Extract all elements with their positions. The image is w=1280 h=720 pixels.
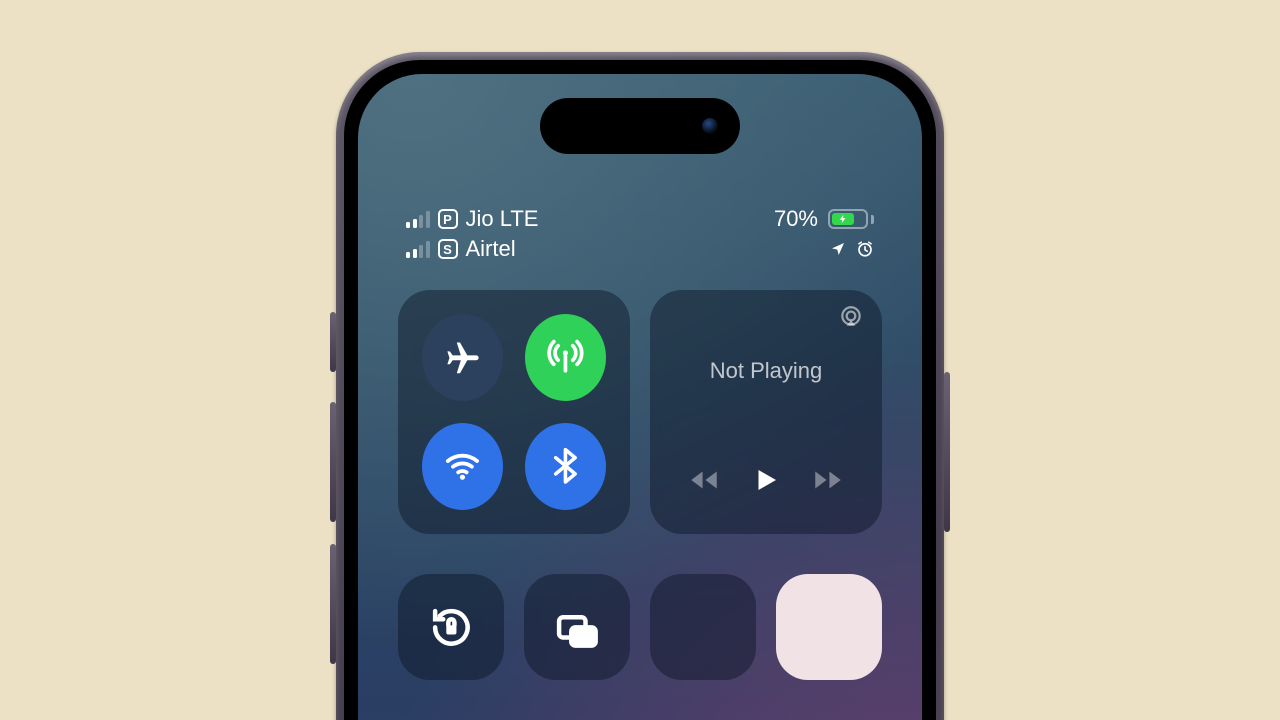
connectivity-tile[interactable]	[398, 290, 630, 534]
extra-tile-1[interactable]	[650, 574, 756, 680]
carrier-primary-label: Jio LTE	[466, 206, 539, 232]
media-status-label: Not Playing	[668, 358, 864, 384]
airplane-icon	[443, 337, 482, 379]
dynamic-island	[540, 98, 740, 154]
battery-percent-label: 70%	[774, 206, 818, 232]
fast-forward-icon	[811, 463, 845, 497]
orientation-lock-icon	[427, 603, 476, 652]
screen: P Jio LTE 70%	[358, 74, 922, 720]
signal-bars-icon	[406, 211, 430, 228]
phone-frame: P Jio LTE 70%	[336, 52, 944, 720]
sim-tag-primary: P	[438, 209, 458, 229]
bluetooth-toggle[interactable]	[525, 423, 606, 510]
orientation-lock-toggle[interactable]	[398, 574, 504, 680]
brightness-slider[interactable]	[776, 574, 882, 680]
location-icon	[830, 241, 846, 257]
antenna-icon	[546, 337, 585, 379]
status-primary-carrier: P Jio LTE	[406, 206, 538, 232]
battery-icon	[828, 209, 874, 229]
fast-forward-button[interactable]	[811, 463, 845, 502]
charging-bolt-icon	[838, 212, 848, 226]
front-camera	[702, 118, 718, 134]
bluetooth-icon	[546, 445, 585, 487]
sim-tag-secondary: S	[438, 239, 458, 259]
media-tile[interactable]: Not Playing	[650, 290, 882, 534]
status-secondary-carrier: S Airtel	[406, 236, 516, 262]
screen-mirroring-icon	[553, 603, 602, 652]
alarm-icon	[856, 240, 874, 258]
signal-bars-icon	[406, 241, 430, 258]
rewind-icon	[687, 463, 721, 497]
play-icon	[751, 463, 781, 497]
carrier-secondary-label: Airtel	[466, 236, 516, 262]
play-button[interactable]	[751, 463, 781, 502]
airplane-mode-toggle[interactable]	[422, 314, 503, 401]
rewind-button[interactable]	[687, 463, 721, 502]
cellular-data-toggle[interactable]	[525, 314, 606, 401]
wifi-toggle[interactable]	[422, 423, 503, 510]
airplay-icon[interactable]	[838, 304, 864, 330]
wifi-icon	[443, 445, 482, 487]
screen-mirroring-button[interactable]	[524, 574, 630, 680]
